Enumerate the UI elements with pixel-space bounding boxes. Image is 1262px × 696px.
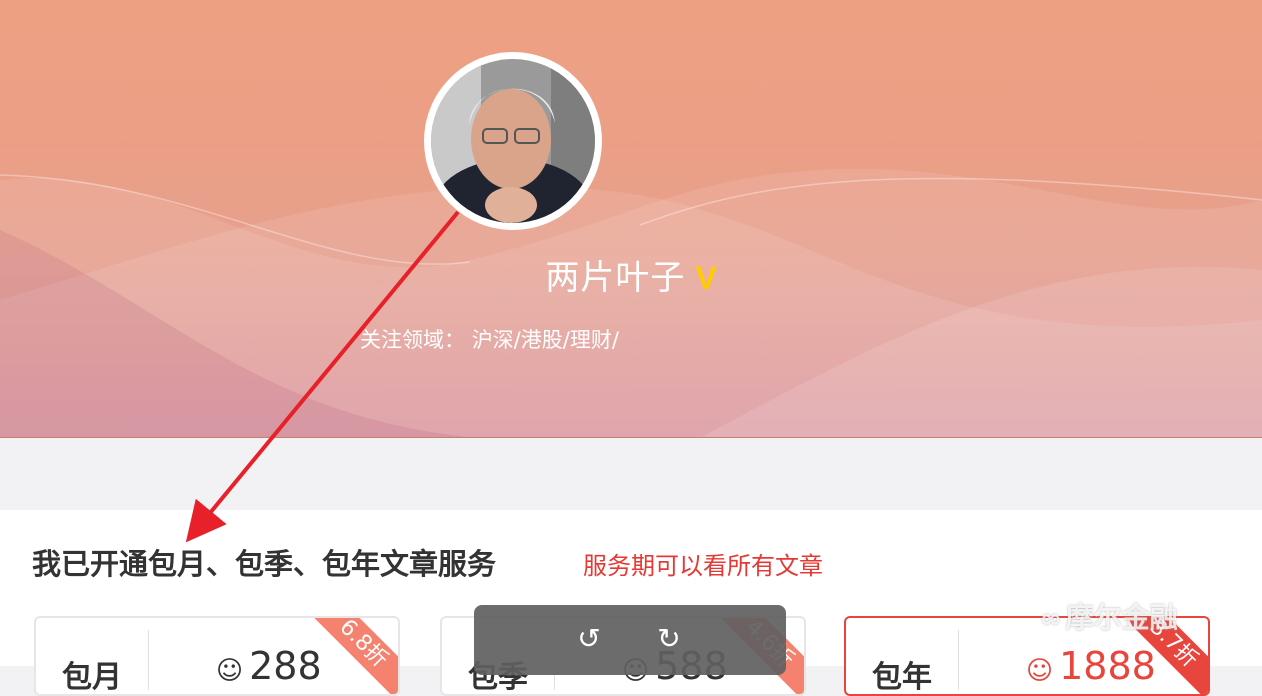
focus-label: 关注领域： [360, 328, 465, 352]
profile-name-row: 两片叶子 V [0, 250, 1262, 299]
coin-icon: ☺ [1026, 656, 1054, 686]
plan-divider [148, 630, 149, 690]
vip-badge-icon: V [695, 260, 717, 296]
plan-price: ☺ 288 [216, 644, 322, 688]
plan-price: ☺ 1888 [1026, 644, 1156, 688]
subscription-note: 服务期可以看所有文章 [583, 552, 823, 580]
avatar-photo [431, 59, 595, 223]
plan-divider [958, 630, 959, 690]
focus-areas: 关注领域： 沪深/港股/理财/ [360, 324, 619, 354]
plan-card-monthly[interactable]: 包月 ☺ 288 6.8折 [34, 616, 400, 696]
focus-value: 沪深/港股/理财/ [471, 328, 619, 352]
plan-type: 包年 [872, 660, 932, 695]
coin-icon: ☺ [216, 656, 244, 686]
watermark: ∞ 摩尔金融 [1040, 596, 1178, 636]
avatar[interactable] [424, 52, 602, 230]
image-viewer-toolbar: ↺ ↻ [474, 605, 786, 675]
plan-price-value: 288 [249, 644, 322, 688]
profile-name: 两片叶子 [545, 258, 686, 298]
banner-waves [0, 168, 1262, 438]
subscription-title: 我已开通包月、包季、包年文章服务 [32, 547, 497, 581]
section-gap [0, 438, 1262, 510]
plan-type: 包月 [62, 660, 122, 695]
profile-banner: 两片叶子 V 关注领域： 沪深/港股/理财/ [0, 0, 1262, 438]
rotate-right-icon[interactable]: ↻ [654, 625, 684, 655]
rotate-left-icon[interactable]: ↺ [574, 625, 604, 655]
watermark-logo-icon: ∞ [1040, 604, 1062, 634]
plan-price-value: 1888 [1059, 644, 1156, 688]
watermark-text: 摩尔金融 [1065, 601, 1178, 634]
